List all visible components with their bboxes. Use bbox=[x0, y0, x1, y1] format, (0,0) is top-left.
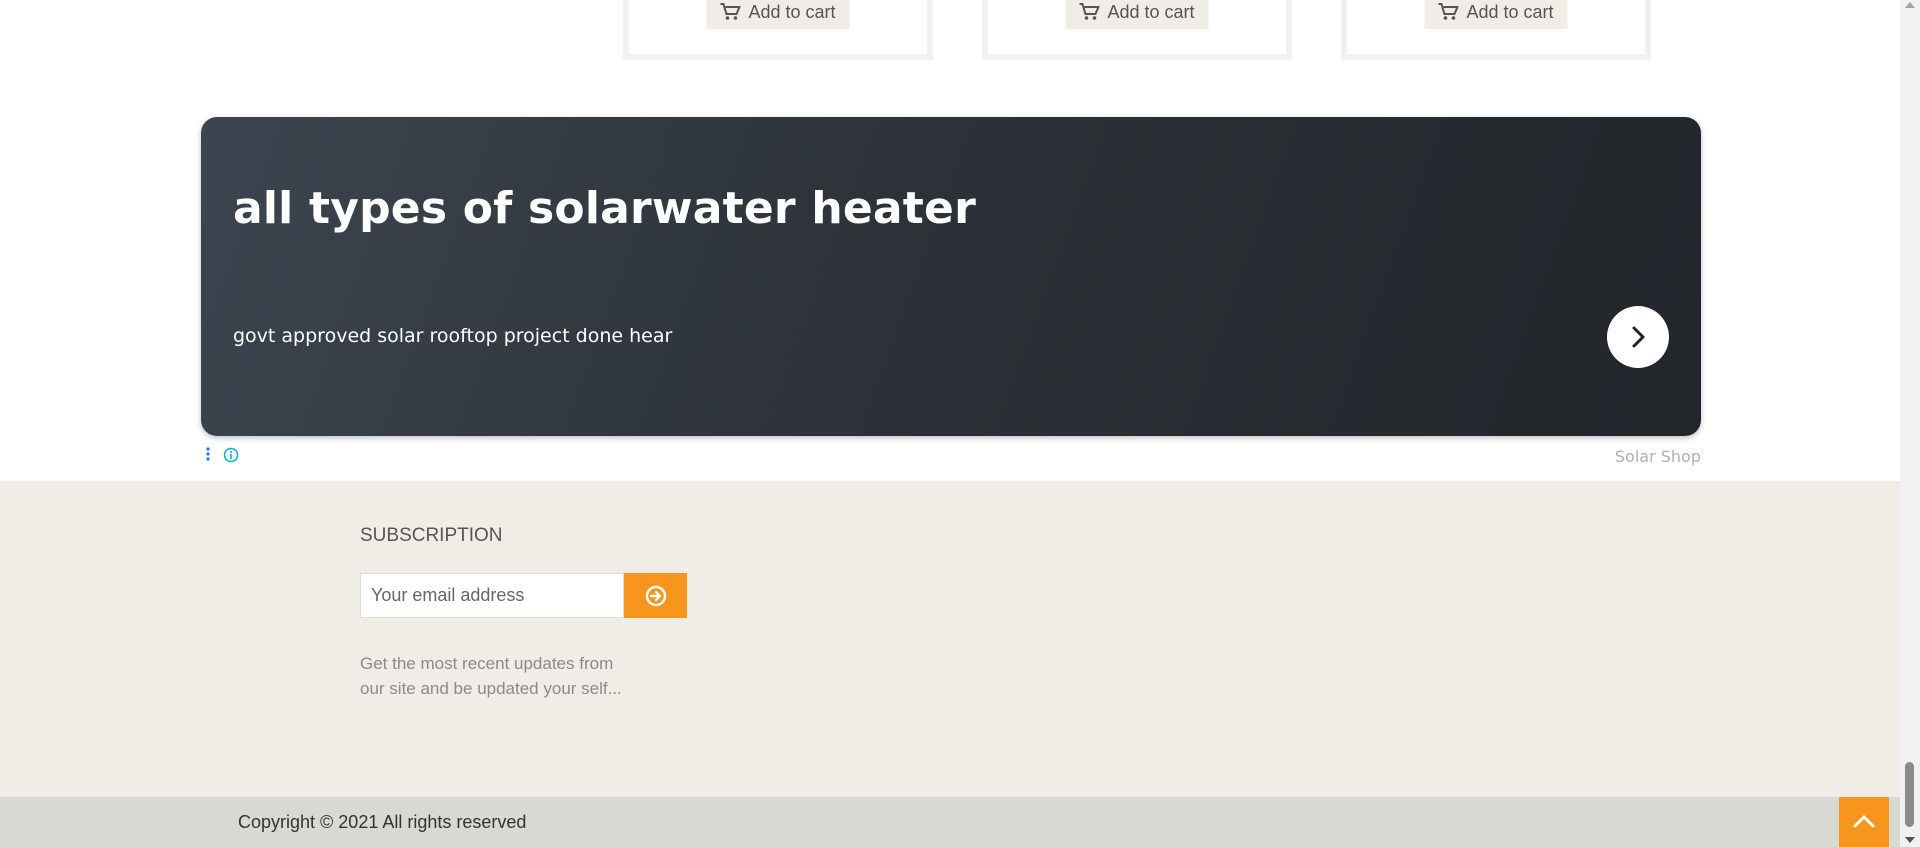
circle-arrow-right-icon bbox=[645, 585, 666, 606]
chevron-right-icon bbox=[1632, 326, 1645, 348]
email-field[interactable] bbox=[360, 573, 624, 618]
back-to-top-button[interactable] bbox=[1839, 797, 1889, 847]
cart-icon bbox=[1438, 2, 1459, 20]
add-to-cart-button[interactable]: Add to cart bbox=[1424, 0, 1568, 29]
more-vertical-icon[interactable] bbox=[206, 447, 210, 461]
ad-headline[interactable]: all types of solarwater heater bbox=[233, 183, 976, 234]
subscription-section: SUBSCRIPTION Get the most recent updates… bbox=[0, 481, 1900, 797]
chevron-up-icon bbox=[1853, 815, 1875, 828]
product-card: Add to cart bbox=[982, 0, 1292, 60]
info-icon[interactable] bbox=[223, 447, 239, 463]
scroll-down-arrow-icon[interactable] bbox=[1905, 837, 1915, 843]
cart-icon bbox=[1079, 2, 1100, 20]
subscription-title: SUBSCRIPTION bbox=[360, 525, 503, 546]
footer: Copyright © 2021 All rights reserved bbox=[0, 797, 1900, 847]
ad-sponsor-label[interactable]: Solar Shop bbox=[1615, 447, 1701, 466]
scrollbar-thumb[interactable] bbox=[1905, 762, 1914, 827]
add-to-cart-label: Add to cart bbox=[1466, 1, 1554, 22]
copyright-text: Copyright © 2021 All rights reserved bbox=[238, 812, 527, 832]
subscription-description: Get the most recent updates from our sit… bbox=[360, 651, 650, 701]
cart-icon bbox=[720, 2, 741, 20]
ad-next-button[interactable] bbox=[1607, 306, 1669, 368]
add-to-cart-label: Add to cart bbox=[748, 1, 836, 22]
add-to-cart-button[interactable]: Add to cart bbox=[706, 0, 850, 29]
ad-subtext: govt approved solar rooftop project done… bbox=[233, 325, 673, 347]
product-card: Add to cart bbox=[1341, 0, 1651, 60]
page-scrollbar[interactable] bbox=[1900, 0, 1920, 847]
page: Add to cart Add to cart Add to cart all … bbox=[0, 0, 1920, 847]
subscribe-button[interactable] bbox=[624, 573, 687, 618]
add-to-cart-button[interactable]: Add to cart bbox=[1065, 0, 1209, 29]
scroll-up-arrow-icon[interactable] bbox=[1905, 2, 1915, 8]
subscription-description-line: Get the most recent updates from bbox=[360, 654, 614, 673]
ad-banner[interactable]: all types of solarwater heater govt appr… bbox=[201, 117, 1701, 436]
product-card: Add to cart bbox=[623, 0, 933, 60]
subscription-description-line: our site and be updated your self... bbox=[360, 679, 622, 698]
add-to-cart-label: Add to cart bbox=[1107, 1, 1195, 22]
